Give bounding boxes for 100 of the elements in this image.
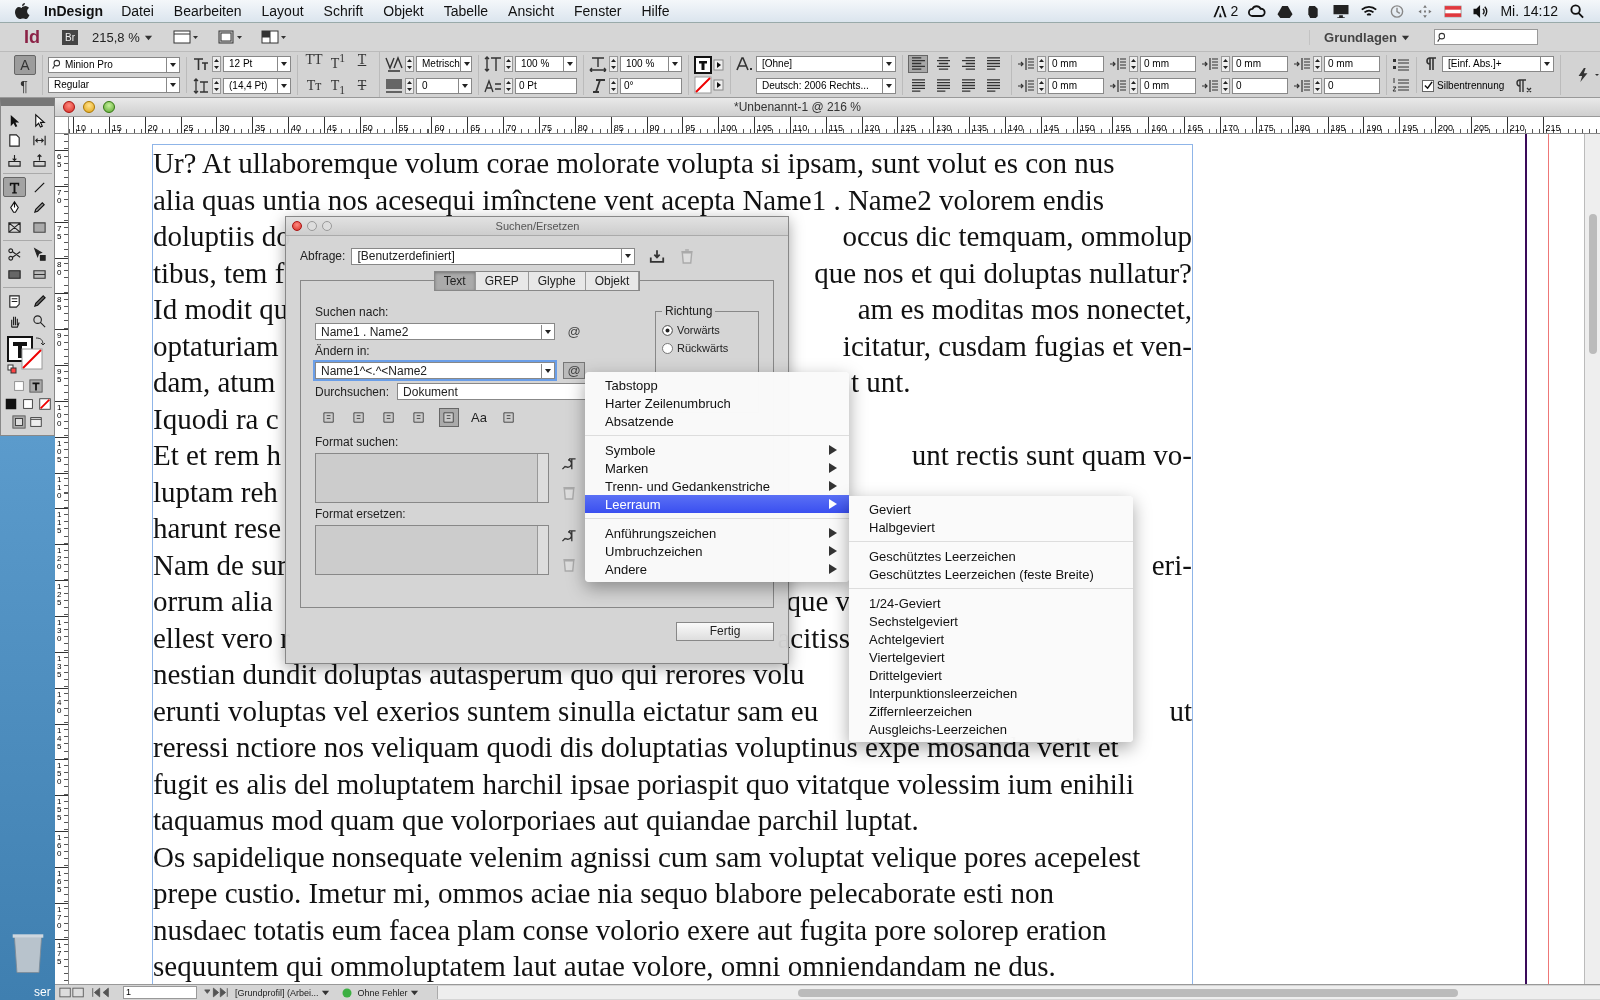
dropdown-arrow-icon[interactable] — [882, 78, 895, 93]
stepper-icon[interactable] — [609, 77, 618, 94]
menu-item[interactable]: Geviert — [849, 500, 1133, 518]
zoom-button[interactable] — [103, 101, 115, 113]
stroke-none-icon[interactable] — [694, 75, 724, 94]
dropdown-arrow-icon[interactable] — [458, 78, 471, 93]
radio-label[interactable]: Rückwärts — [677, 342, 729, 354]
menu-item[interactable]: Layout — [261, 3, 304, 19]
mode-button[interactable]: A — [14, 54, 36, 75]
preflight-status[interactable]: Ohne Fehler — [357, 987, 408, 998]
minimize-button[interactable] — [83, 101, 95, 113]
radio-button[interactable] — [662, 342, 673, 354]
menu-item[interactable]: Interpunktionsleerzeichen — [849, 684, 1133, 702]
font-size-field[interactable]: 12 Pt — [223, 55, 291, 72]
kerning-dropdown[interactable]: Metrisch — [416, 55, 472, 72]
change-field[interactable]: Name1^<.^<Name2 — [315, 362, 555, 379]
radio-label[interactable]: Vorwärts — [677, 324, 720, 336]
dropdown-arrow-icon[interactable] — [1540, 56, 1553, 71]
menu-item[interactable]: Drittelgeviert — [849, 666, 1133, 684]
mode-button[interactable]: ¶ — [14, 76, 34, 95]
paragraph-spacing-field[interactable]: 0 — [1324, 77, 1380, 94]
paragraph-style-dropdown[interactable]: [Einf. Abs.]+ — [1442, 55, 1554, 72]
stepper-icon[interactable] — [1037, 55, 1046, 72]
format-button[interactable]: T$^{1}$ — [327, 52, 349, 72]
tool-button[interactable] — [2, 177, 26, 197]
format-button[interactable]: T$_{1}$ — [327, 77, 349, 97]
vertical-scrollbar[interactable] — [1584, 134, 1600, 984]
text-fill-icon[interactable] — [694, 55, 724, 74]
default-colors-icon[interactable] — [3, 397, 18, 411]
screen-mode-icon[interactable] — [216, 29, 243, 45]
find-format-box[interactable] — [315, 453, 549, 503]
cloud-icon[interactable] — [1248, 3, 1267, 19]
paragraph-options-icon[interactable] — [1514, 77, 1533, 94]
format-button[interactable]: TT — [303, 52, 325, 72]
paragraph-spacing-field[interactable]: 0 mm — [1048, 77, 1104, 94]
stepper-icon[interactable] — [1129, 55, 1138, 72]
query-dropdown[interactable]: [Benutzerdefiniert] — [351, 247, 636, 265]
vertical-scale-field[interactable]: 100 % — [515, 55, 577, 72]
monitor-icon[interactable] — [1332, 3, 1351, 19]
special-characters-button[interactable]: @ — [563, 323, 585, 340]
stepper-icon[interactable] — [1221, 55, 1230, 72]
horizontal-scale-field[interactable]: 100 % — [620, 55, 682, 72]
format-button[interactable]: T — [351, 52, 373, 72]
bullet-list-icon[interactable] — [1392, 56, 1410, 73]
menu-item[interactable]: Anführungszeichen — [585, 524, 849, 542]
caret-icon[interactable] — [320, 988, 330, 997]
bridge-button[interactable]: Br — [62, 29, 78, 45]
zoom-dropdown[interactable]: 215,8 % — [92, 29, 140, 45]
stepper-icon[interactable] — [1313, 55, 1322, 72]
special-characters-button[interactable]: @ — [563, 362, 585, 379]
stepper-icon[interactable] — [504, 55, 513, 72]
preview-icon[interactable] — [29, 415, 43, 429]
menu-item[interactable]: Datei — [121, 3, 154, 19]
close-button[interactable] — [63, 101, 75, 113]
paragraph-spacing-field[interactable]: 0 mm — [1324, 55, 1380, 72]
language-dropdown[interactable]: Deutsch: 2006 Rechts... — [756, 77, 896, 94]
format-button[interactable]: Tт — [303, 77, 325, 97]
menu-item[interactable]: Fenster — [574, 3, 622, 19]
menu-item[interactable]: Sechstelgeviert — [849, 612, 1133, 630]
menu-item[interactable]: Andere — [585, 560, 849, 578]
search-icon[interactable] — [1568, 3, 1586, 19]
menu-item[interactable]: Achtelgeviert — [849, 630, 1133, 648]
menu-item[interactable]: Tabstopp — [585, 376, 849, 394]
horizontal-scrollbar[interactable] — [436, 986, 1600, 999]
search-scope-dropdown[interactable]: Dokument — [397, 383, 588, 400]
hyphenation-checkbox[interactable]: Silbentrennung — [1422, 79, 1505, 92]
no-color-icon[interactable] — [37, 397, 52, 411]
menu-item[interactable]: Leerraum — [585, 495, 849, 513]
search-field[interactable] — [1434, 29, 1538, 45]
stepper-icon[interactable] — [1037, 77, 1046, 94]
menu-item[interactable]: Schrift — [323, 3, 364, 19]
stepper-icon[interactable] — [1221, 77, 1230, 94]
find-field[interactable]: Name1 . Name2 — [315, 323, 555, 340]
stepper-icon[interactable] — [504, 77, 513, 94]
radio-button[interactable] — [662, 324, 673, 336]
normal-view-icon[interactable] — [12, 415, 26, 429]
menu-item[interactable]: Halbgeviert — [849, 518, 1133, 536]
color-swatch-icon[interactable] — [20, 397, 35, 411]
menu-item[interactable]: Tabelle — [443, 3, 489, 19]
paragraph-spacing-field[interactable]: 0 mm — [1140, 55, 1196, 72]
dropdown-arrow-icon[interactable] — [166, 57, 179, 72]
skew-field[interactable]: 0° — [620, 77, 682, 94]
stepper-icon[interactable] — [609, 55, 618, 72]
flag-icon[interactable] — [1444, 3, 1463, 19]
baseline-shift-field[interactable]: 0 Pt — [515, 77, 577, 94]
character-style-dropdown[interactable]: [Ohne] — [756, 55, 896, 72]
done-button[interactable]: Fertig — [676, 622, 774, 641]
stepper-icon[interactable] — [212, 77, 221, 94]
menu-item[interactable]: Bearbeiten — [173, 3, 242, 19]
menu-item[interactable]: Ziffernleerzeichen — [849, 702, 1133, 720]
menu-item[interactable]: Umbruchzeichen — [585, 542, 849, 560]
menu-item[interactable]: Symbole — [585, 441, 849, 459]
close-button[interactable] — [292, 221, 302, 231]
stepper-icon[interactable] — [405, 55, 414, 72]
stepper-icon[interactable] — [405, 77, 414, 94]
search-option-button[interactable]: Aa — [469, 408, 489, 427]
page-number-field[interactable]: 1 — [123, 986, 197, 999]
stepper-icon[interactable] — [1129, 77, 1138, 94]
menu-item[interactable]: 1/24-Geviert — [849, 594, 1133, 612]
dropdown-arrow-icon[interactable] — [277, 78, 290, 93]
